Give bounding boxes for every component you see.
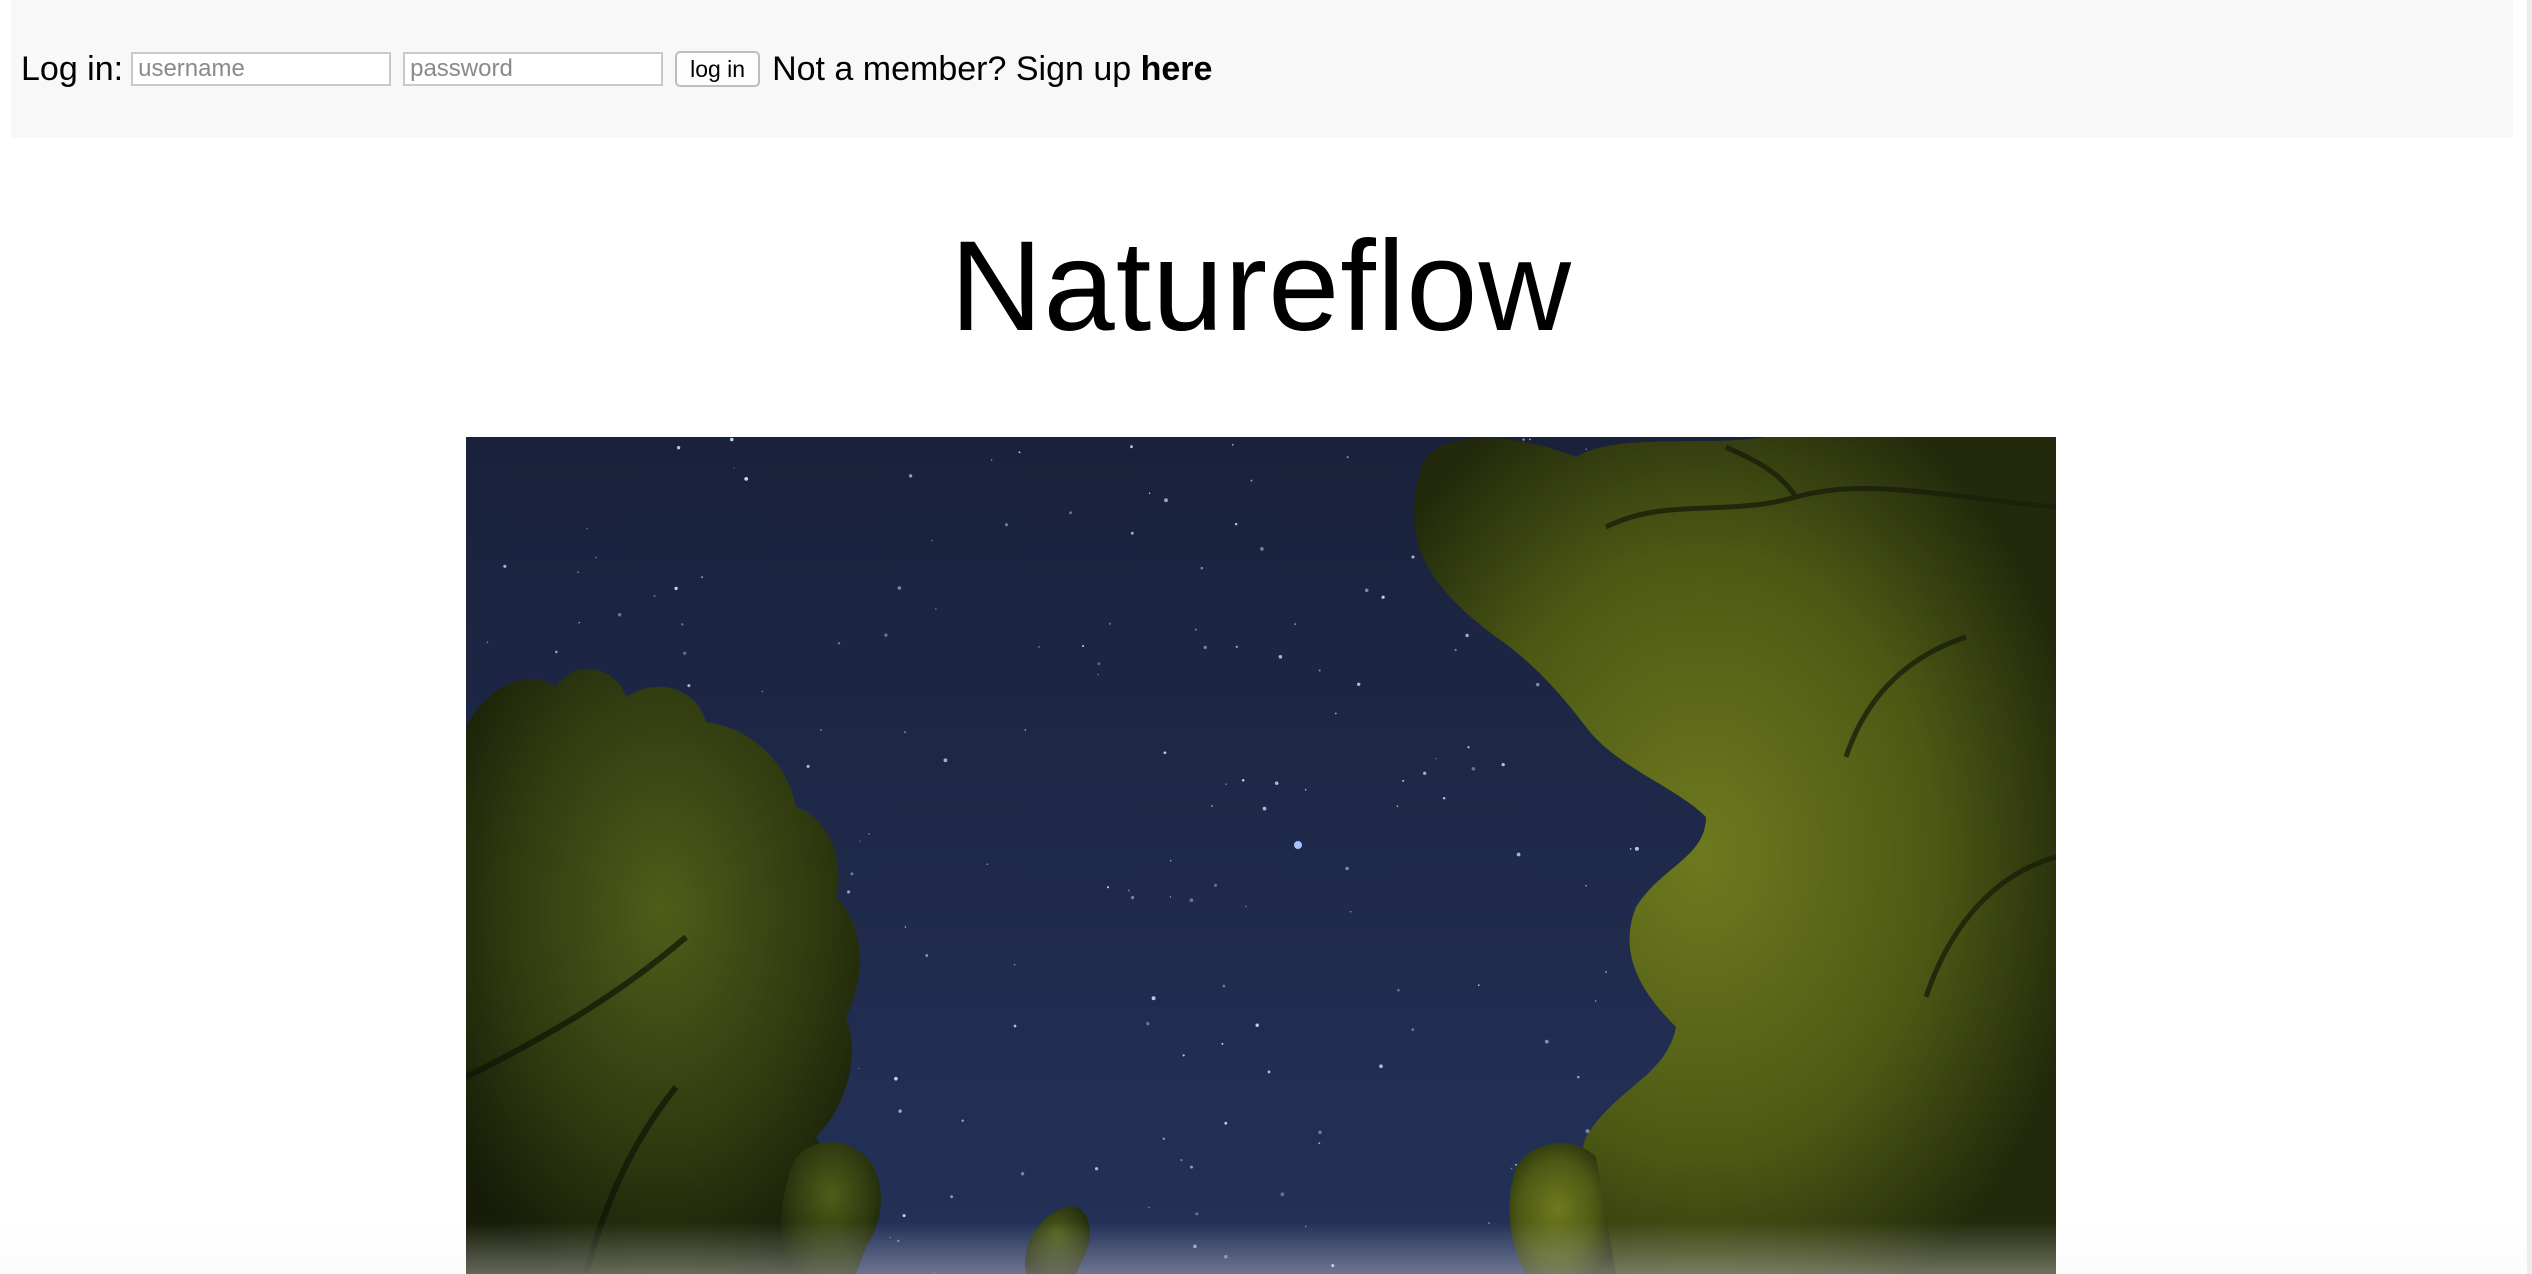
page: Log in: log in Not a member? Sign up her… [0, 0, 2532, 1274]
login-label: Log in: [21, 49, 124, 88]
login-bar: Log in: log in Not a member? Sign up her… [11, 0, 2513, 138]
site-title: Natureflow [950, 215, 1572, 358]
hero-image [466, 437, 2056, 1274]
signup-link[interactable]: here [1141, 50, 1213, 88]
login-button[interactable]: log in [675, 51, 761, 87]
signup-prompt-text: Not a member? Sign up [772, 49, 1132, 88]
scrollbar-track[interactable] [2527, 0, 2532, 1274]
username-input[interactable] [131, 52, 392, 86]
night-sky-photo-icon [466, 437, 2056, 1274]
password-input[interactable] [403, 52, 664, 86]
signup-prompt: Not a member? Sign up here [772, 50, 1212, 89]
